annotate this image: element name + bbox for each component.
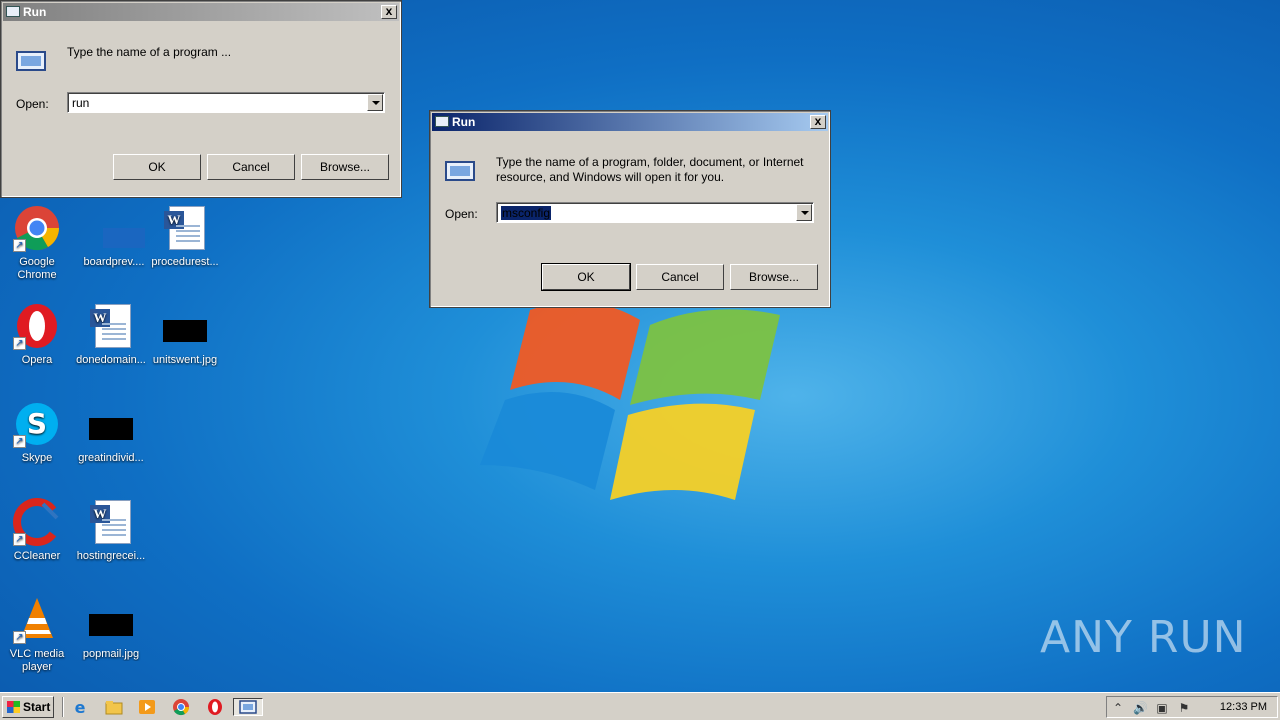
word-document-icon: W (87, 498, 135, 546)
desktop-icon-file[interactable]: unitswent.jpg (148, 302, 222, 367)
ok-button[interactable]: OK (541, 263, 631, 291)
desktop-icon-vlc[interactable]: ↗ VLC media player (0, 596, 74, 674)
ok-button[interactable]: OK (113, 154, 201, 180)
opera-icon: ↗ (13, 302, 61, 350)
opera-icon[interactable] (205, 698, 225, 716)
icon-label: popmail.jpg (82, 648, 140, 660)
shortcut-arrow-icon: ↗ (13, 435, 26, 448)
image-file-icon (87, 400, 135, 448)
title-bar[interactable]: Run x (3, 3, 399, 21)
vlc-cone-icon: ↗ (13, 596, 61, 644)
browse-button[interactable]: Browse... (730, 264, 818, 290)
icon-label: Chrome (17, 269, 57, 281)
chrome-icon: ↗ (13, 204, 61, 252)
icon-label: hostingrecei... (76, 550, 146, 562)
skype-icon: S ↗ (13, 400, 61, 448)
desktop-icon-file[interactable]: popmail.jpg (74, 596, 148, 661)
open-label: Open: (445, 207, 478, 221)
icon-label: greatindivid... (78, 452, 144, 464)
anyrun-watermark: ANY RUN (1040, 612, 1247, 663)
run-description-line1: Type the name of a program, folder, docu… (496, 155, 804, 169)
image-file-icon (87, 596, 135, 644)
desktop-icon-file[interactable]: W donedomain... (74, 302, 148, 367)
volume-icon[interactable]: 🔊 (1133, 701, 1148, 715)
open-label: Open: (16, 97, 49, 111)
taskbar-separator (62, 697, 64, 717)
shortcut-arrow-icon: ↗ (13, 239, 26, 252)
desktop-icon-google-chrome[interactable]: ↗ Google Chrome (0, 204, 74, 282)
run-dialog-inactive[interactable]: Run x Type the name of a program ... Ope… (0, 0, 402, 198)
close-button[interactable]: x (810, 115, 826, 129)
taskbar: Start e ⌃ 🔊 ▣ ⚑ 12:33 PM (0, 692, 1280, 720)
open-input[interactable]: msconfig (501, 206, 552, 220)
chrome-icon[interactable] (171, 698, 191, 716)
dropdown-arrow-icon[interactable] (796, 204, 812, 221)
run-icon[interactable] (233, 698, 263, 716)
word-document-icon: W (87, 302, 135, 350)
icon-label: CCleaner (13, 550, 61, 562)
shortcut-arrow-icon: ↗ (13, 337, 26, 350)
desktop-icon-file[interactable]: boardprev.... (74, 204, 148, 269)
open-combobox[interactable]: run (67, 92, 385, 113)
media-player-icon[interactable] (137, 698, 157, 716)
cancel-button[interactable]: Cancel (636, 264, 724, 290)
show-hidden-icon[interactable]: ⌃ (1111, 701, 1125, 715)
icon-label: unitswent.jpg (152, 354, 218, 366)
window-title: Run (23, 5, 47, 19)
icon-label: procedurest... (151, 256, 219, 268)
icon-label: Skype (21, 452, 53, 464)
desktop-icon-ccleaner[interactable]: ↗ CCleaner (0, 498, 74, 563)
browse-button[interactable]: Browse... (301, 154, 389, 180)
title-bar[interactable]: Run x (432, 113, 828, 131)
svg-text:S: S (27, 407, 47, 440)
run-icon (6, 6, 20, 17)
word-document-icon: W (161, 204, 209, 252)
internet-explorer-icon[interactable]: e (70, 698, 90, 717)
desktop-icon-file[interactable]: greatindivid... (74, 400, 148, 465)
open-input[interactable]: run (72, 96, 89, 110)
image-file-icon (87, 204, 145, 252)
icon-label: donedomain... (76, 354, 146, 366)
windows-flag-icon (7, 701, 20, 713)
svg-text:e: e (75, 698, 86, 716)
run-description: Type the name of a program ... (67, 45, 232, 59)
icon-label: VLC media (9, 648, 65, 660)
start-button[interactable]: Start (2, 696, 54, 718)
icon-label: boardprev.... (83, 256, 145, 268)
shortcut-arrow-icon: ↗ (13, 533, 26, 546)
network-icon[interactable]: ▣ (1155, 701, 1169, 715)
start-label: Start (23, 700, 51, 714)
desktop-icon-opera[interactable]: ↗ Opera (0, 302, 74, 367)
run-description-line2: resource, and Windows will open it for y… (496, 170, 725, 184)
icon-label: player (22, 661, 52, 673)
windows-logo-wallpaper (480, 302, 780, 500)
open-combobox[interactable]: msconfig (496, 202, 814, 223)
desktop-icon-file[interactable]: W procedurest... (148, 204, 222, 269)
action-center-flag-icon[interactable]: ⚑ (1177, 701, 1191, 715)
icon-label: Google (19, 256, 55, 268)
system-tray: ⌃ 🔊 ▣ ⚑ 12:33 PM (1106, 696, 1278, 718)
shortcut-arrow-icon: ↗ (13, 631, 26, 644)
icon-label: Opera (21, 354, 53, 366)
image-file-icon (161, 302, 209, 350)
close-button[interactable]: x (381, 5, 397, 19)
run-program-icon (445, 161, 475, 181)
run-dialog-active[interactable]: Run x Type the name of a program, folder… (429, 110, 831, 308)
ccleaner-icon: ↗ (13, 498, 61, 546)
dropdown-arrow-icon[interactable] (367, 94, 383, 111)
run-icon (435, 116, 449, 127)
desktop-icon-skype[interactable]: S ↗ Skype (0, 400, 74, 465)
run-program-icon (16, 51, 46, 71)
clock[interactable]: 12:33 PM (1220, 701, 1267, 713)
desktop-icon-file[interactable]: W hostingrecei... (74, 498, 148, 563)
folder-icon[interactable] (104, 698, 124, 716)
window-title: Run (452, 115, 476, 129)
cancel-button[interactable]: Cancel (207, 154, 295, 180)
